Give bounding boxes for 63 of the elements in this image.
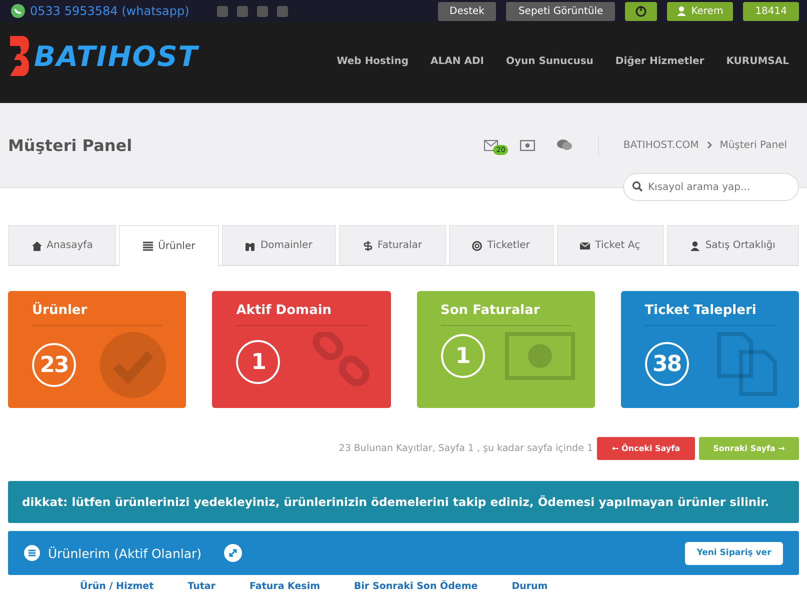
- envelope-icon: [580, 240, 590, 250]
- banknote-icon: [504, 332, 575, 380]
- nav-link[interactable]: Diğer Hizmetler: [615, 56, 704, 67]
- logo-b-icon: [8, 34, 30, 78]
- house-icon: [32, 240, 42, 250]
- new-order-button[interactable]: Yeni Sipariş ver: [685, 542, 783, 564]
- expand-icon[interactable]: [224, 544, 242, 562]
- chevron-icon: [706, 141, 712, 149]
- list-icon: [143, 241, 154, 251]
- count-circle: 38: [644, 342, 689, 386]
- breadcrumb-link[interactable]: BATIHOST.COM: [623, 140, 699, 150]
- warning-alert: dikkat: lütfen ürünlerinizi yedekleyiniz, ürünlerinizin ödemelerini takip ediniz, Ödemesi yapılmayan ürünler silinir.: [8, 481, 799, 523]
- logo-text[interactable]: BATIHOST: [34, 40, 198, 72]
- nav-tab[interactable]: Faturalar: [338, 225, 446, 265]
- breadcrumb-current: Müşteri Panel: [720, 140, 787, 150]
- nav-tab[interactable]: Anasayfa: [8, 225, 116, 265]
- person-icon: [690, 240, 700, 250]
- nav-tab[interactable]: Ticketler: [448, 225, 554, 265]
- power-icon: [635, 5, 648, 17]
- envelope-icon[interactable]: [484, 140, 498, 150]
- lifebuoy-icon: [472, 240, 482, 250]
- top-button[interactable]: Destek: [438, 2, 496, 20]
- count-circle: 1: [440, 334, 484, 378]
- balance-button[interactable]: 18414: [743, 2, 799, 20]
- person-icon: [677, 6, 686, 16]
- card-title: Aktif Domain: [236, 303, 366, 326]
- nav-link[interactable]: Web Hosting: [336, 56, 408, 67]
- nav-tab[interactable]: Domainler: [222, 225, 336, 265]
- phone-link[interactable]: 0533 5953584 (whatsapp): [30, 4, 190, 18]
- stat-card[interactable]: Ürünler 23: [8, 291, 186, 408]
- list-icon: [24, 545, 40, 561]
- comments-icon[interactable]: [557, 139, 572, 151]
- nav-tab[interactable]: Satış Ortaklığı: [666, 225, 800, 265]
- chat-bubble-icon: [10, 3, 26, 19]
- search-field[interactable]: Kısayol arama yap...: [623, 173, 799, 201]
- card-title: Son Faturalar: [440, 303, 571, 326]
- column-header: Tutar: [188, 581, 216, 592]
- column-header: Fatura Kesim: [249, 581, 320, 592]
- checkmark-icon: [100, 332, 166, 398]
- stat-card[interactable]: Ticket Talepleri 38: [620, 291, 799, 408]
- column-header: Ürün / Hizmet: [80, 581, 154, 592]
- top-button[interactable]: Sepeti Görüntüle: [506, 2, 616, 20]
- nav-link[interactable]: ALAN ADI: [430, 56, 484, 67]
- nav-link[interactable]: Oyun Sunucusu: [506, 56, 594, 67]
- page-title: Müşteri Panel: [8, 136, 132, 154]
- column-header: Durum: [512, 581, 548, 592]
- nav-link[interactable]: KURUMSAL: [726, 56, 789, 67]
- user-button[interactable]: Kerem: [667, 2, 734, 20]
- banknote-icon[interactable]: [520, 140, 536, 150]
- previous-page-button[interactable]: ← Önceki Sayfa: [597, 437, 695, 460]
- card-title: Ticket Talepleri: [644, 303, 775, 326]
- stat-card[interactable]: Aktif Domain 1: [212, 291, 390, 408]
- logout-button[interactable]: [625, 2, 658, 20]
- count-circle: 1: [236, 340, 280, 384]
- column-header: Bir Sonraki Son Ödeme: [354, 581, 478, 592]
- count-circle: 23: [32, 343, 76, 387]
- pagination-info: 23 Bulunan Kayıtlar, Sayfa 1 , şu kadar sayfa içinde 1: [338, 443, 593, 454]
- nav-tab[interactable]: Ürünler: [119, 225, 219, 266]
- card-title: Ürünler: [32, 303, 162, 326]
- panel-title: Ürünlerim (Aktif Olanlar): [48, 546, 202, 560]
- dollar-sign-icon: [362, 240, 373, 250]
- copy-files-icon: [715, 332, 779, 396]
- nav-tab[interactable]: Ticket Aç: [556, 225, 664, 265]
